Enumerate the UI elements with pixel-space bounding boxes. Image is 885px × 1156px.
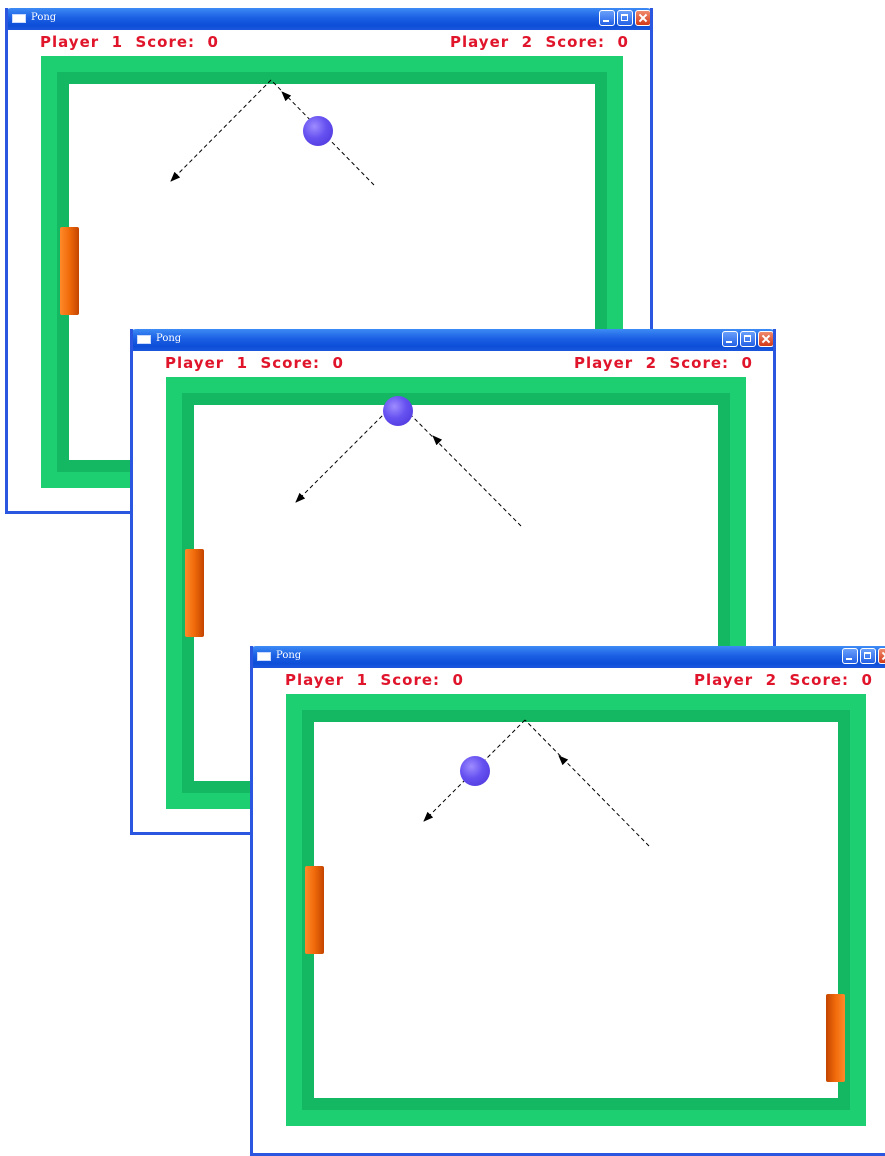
ball [383, 396, 413, 426]
ball [460, 756, 490, 786]
ball-trajectory [423, 719, 650, 847]
pong-window-3[interactable]: Pong Player 1 Score: 0 Player 2 Score: 0 [250, 646, 885, 1156]
ball [303, 116, 333, 146]
